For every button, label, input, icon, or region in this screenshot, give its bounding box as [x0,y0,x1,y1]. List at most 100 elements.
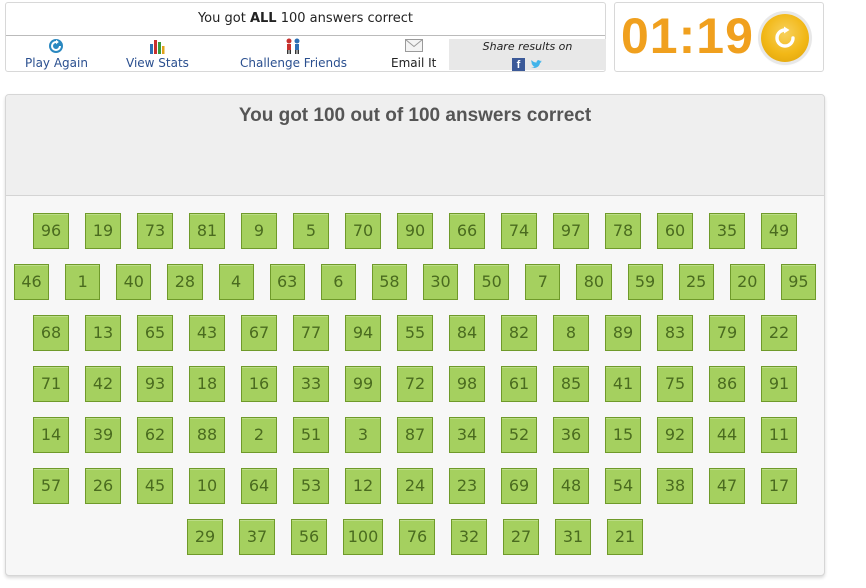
email-it-button[interactable]: Email It [391,38,436,70]
answer-tile: 81 [189,213,225,249]
answer-tile: 26 [85,468,121,504]
answer-tile: 46 [14,264,50,300]
answer-tile: 10 [189,468,225,504]
answer-tile: 35 [709,213,745,249]
answer-tile: 11 [761,417,797,453]
answer-tile: 53 [293,468,329,504]
answer-tile: 92 [657,417,693,453]
share-results-panel: Share results on f [449,39,606,71]
answer-tile: 75 [657,366,693,402]
facebook-icon[interactable]: f [511,58,525,71]
answer-tile: 54 [605,468,641,504]
answer-tile: 77 [293,315,329,351]
answer-tile: 60 [657,213,693,249]
results-headline-emphasis: ALL [249,11,277,26]
restart-button[interactable] [761,14,809,62]
answer-tile: 57 [33,468,69,504]
share-results-label: Share results on [482,40,573,53]
answers-panel: You got 100 out of 100 answers correct 9… [5,94,825,576]
answer-tile: 32 [451,519,487,555]
answer-tile: 74 [501,213,537,249]
answer-tile: 68 [33,315,69,351]
challenge-friends-button[interactable]: Challenge Friends [240,38,347,70]
answer-tile: 79 [709,315,745,351]
answer-tile: 99 [345,366,381,402]
answer-tile: 69 [501,468,537,504]
answer-tile: 73 [137,213,173,249]
answer-tile: 3 [345,417,381,453]
answer-tile: 55 [397,315,433,351]
results-headline-prefix: You got [197,11,250,26]
play-again-button[interactable]: Play Again [25,38,88,70]
answer-tile: 28 [167,264,203,300]
answer-tile: 40 [116,264,152,300]
answer-tile: 33 [293,366,329,402]
answer-tile: 63 [269,264,305,300]
answer-tile: 85 [553,366,589,402]
answer-tile: 72 [397,366,433,402]
email-it-label: Email It [391,56,437,70]
answer-tile: 37 [239,519,275,555]
answer-tile: 58 [371,264,407,300]
answer-tile: 25 [678,264,714,300]
answer-tile: 52 [501,417,537,453]
answers-panel-title: You got 100 out of 100 answers correct [238,105,592,126]
answer-tile: 94 [345,315,381,351]
answer-row: 96 19 73 81 9 5 70 90 66 74 97 78 60 35 49 [6,213,824,249]
answer-tile: 100 [343,519,383,555]
answer-tile: 51 [293,417,329,453]
answer-tile: 84 [449,315,485,351]
timer-panel: 01:19 [614,2,824,72]
answer-tile: 9 [241,213,277,249]
answer-tile: 24 [397,468,433,504]
answer-tile: 82 [501,315,537,351]
answer-tile: 91 [761,366,797,402]
answer-tile: 4 [218,264,254,300]
answer-tile: 17 [761,468,797,504]
results-headline-suffix: 100 answers correct [276,11,414,26]
answer-tile: 96 [33,213,69,249]
answer-tile: 61 [501,366,537,402]
restart-icon [775,26,795,48]
answer-tile: 31 [555,519,591,555]
answer-tile: 70 [345,213,381,249]
answer-tile: 88 [189,417,225,453]
answer-tile: 38 [657,468,693,504]
answer-tile: 34 [449,417,485,453]
answer-tile: 13 [85,315,121,351]
twitter-icon[interactable] [530,58,543,71]
answer-tile: 23 [449,468,485,504]
answer-tile: 6 [320,264,356,300]
play-again-label: Play Again [25,56,88,70]
challenge-friends-label: Challenge Friends [240,56,347,70]
results-actions: Play Again View Stats Challenge Friends … [6,36,606,72]
answer-tile: 16 [241,366,277,402]
answer-tile: 67 [241,315,277,351]
answer-tile: 93 [137,366,173,402]
answer-tile: 42 [85,366,121,402]
stats-icon [126,38,189,54]
answer-tile: 65 [137,315,173,351]
answer-row: 68 13 65 43 67 77 94 55 84 82 8 89 83 79 22 [6,315,824,351]
answer-tile: 14 [33,417,69,453]
elapsed-time: 01:19 [621,8,754,64]
answer-tile: 87 [397,417,433,453]
answer-tile: 44 [709,417,745,453]
answer-tile: 27 [503,519,539,555]
answer-tile: 59 [627,264,663,300]
answer-tile: 7 [525,264,561,300]
view-stats-button[interactable]: View Stats [126,38,189,70]
view-stats-label: View Stats [126,56,189,70]
answer-tile: 95 [780,264,816,300]
answer-tile: 80 [576,264,612,300]
answer-tile: 2 [241,417,277,453]
answer-row: 71 42 93 18 16 33 99 72 98 61 85 41 75 86 91 [6,366,824,402]
answer-tile: 62 [137,417,173,453]
answer-tile: 98 [449,366,485,402]
answer-tile: 48 [553,468,589,504]
results-summary-bar: You got ALL 100 answers correct Play Aga… [5,2,606,72]
answer-tile: 64 [241,468,277,504]
answer-tile: 22 [761,315,797,351]
answer-tile: 78 [605,213,641,249]
answer-tile: 1 [65,264,101,300]
